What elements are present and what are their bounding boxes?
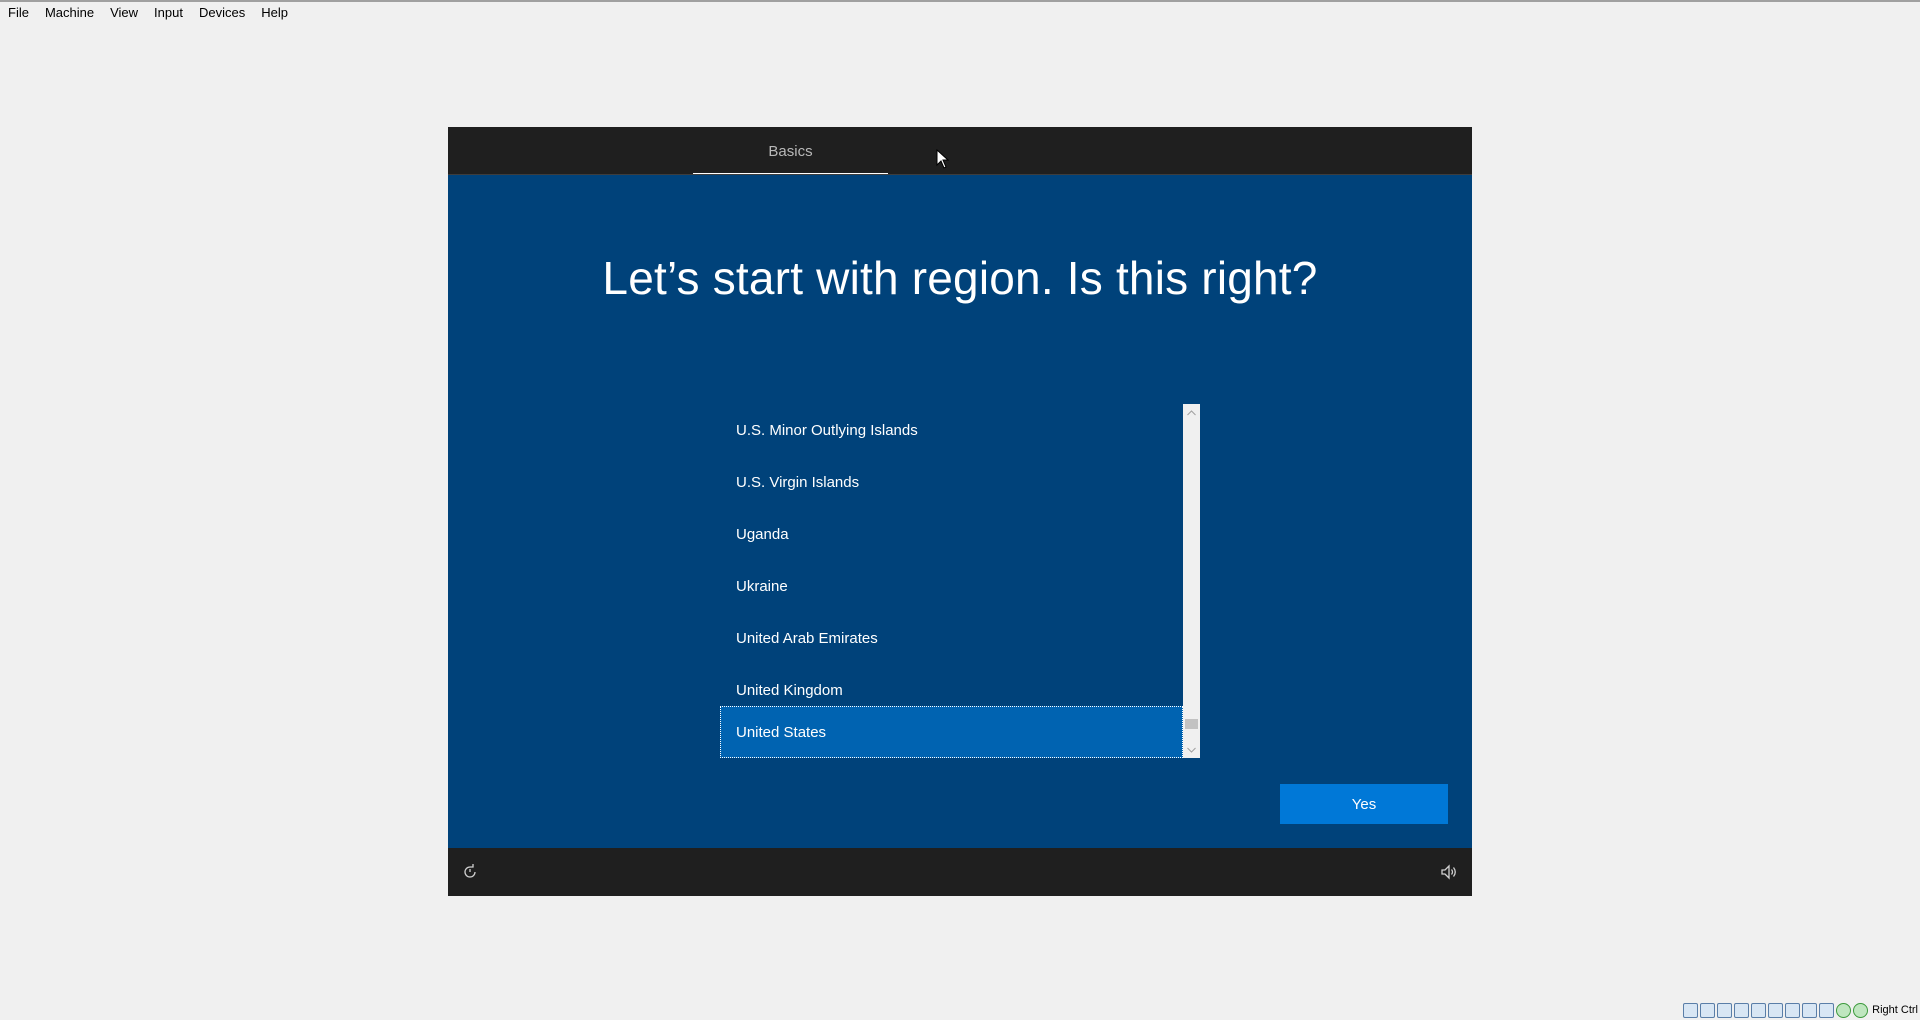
scroll-up-icon[interactable] bbox=[1183, 404, 1200, 421]
list-item-region[interactable]: Ukraine bbox=[720, 560, 1183, 612]
list-item-region[interactable]: U.S. Minor Outlying Islands bbox=[720, 404, 1183, 456]
ease-of-access-icon[interactable] bbox=[460, 862, 480, 882]
mouse-integration-icon[interactable] bbox=[1836, 1002, 1852, 1018]
vm-display[interactable]: Basics Let’s start with region. Is this … bbox=[448, 127, 1472, 896]
shared-folder-icon[interactable] bbox=[1768, 1002, 1784, 1018]
cpu-icon[interactable] bbox=[1819, 1002, 1835, 1018]
region-list[interactable]: U.S. Minor Outlying Islands U.S. Virgin … bbox=[720, 404, 1200, 758]
hard-disk-icon[interactable] bbox=[1683, 1002, 1699, 1018]
display-icon[interactable] bbox=[1785, 1002, 1801, 1018]
volume-icon[interactable] bbox=[1438, 862, 1458, 882]
tab-basics: Basics bbox=[693, 127, 888, 175]
menu-input[interactable]: Input bbox=[146, 2, 191, 24]
scroll-down-icon[interactable] bbox=[1183, 741, 1200, 758]
video-capture-icon[interactable] bbox=[1802, 1002, 1818, 1018]
audio-icon[interactable] bbox=[1717, 1002, 1733, 1018]
optical-drive-icon[interactable] bbox=[1700, 1002, 1716, 1018]
page-title: Let’s start with region. Is this right? bbox=[602, 252, 1318, 304]
tab-basics-label: Basics bbox=[768, 142, 813, 160]
menu-machine[interactable]: Machine bbox=[37, 2, 102, 24]
host-key-label: Right Ctrl bbox=[1872, 1004, 1918, 1016]
list-item-region[interactable]: U.S. Virgin Islands bbox=[720, 456, 1183, 508]
scrollbar-thumb[interactable] bbox=[1185, 719, 1198, 729]
region-list-scrollbar[interactable] bbox=[1183, 404, 1200, 758]
menu-help[interactable]: Help bbox=[253, 2, 296, 24]
list-item-region[interactable]: United Arab Emirates bbox=[720, 612, 1183, 664]
list-item-region[interactable]: Uganda bbox=[720, 508, 1183, 560]
list-item-region-selected[interactable]: United States bbox=[720, 706, 1183, 758]
yes-button[interactable]: Yes bbox=[1280, 784, 1448, 824]
oobe-header: Basics bbox=[448, 127, 1472, 175]
menubar: File Machine View Input Devices Help bbox=[0, 2, 1920, 24]
vm-statusbar: Right Ctrl bbox=[1683, 1000, 1920, 1020]
menu-view[interactable]: View bbox=[102, 2, 146, 24]
usb-icon[interactable] bbox=[1751, 1002, 1767, 1018]
green-status-icon[interactable] bbox=[1853, 1002, 1869, 1018]
oobe-footer bbox=[448, 848, 1472, 896]
mouse-pointer-icon bbox=[936, 149, 950, 169]
header-divider bbox=[448, 174, 1472, 175]
network-icon[interactable] bbox=[1734, 1002, 1750, 1018]
menu-devices[interactable]: Devices bbox=[191, 2, 253, 24]
menu-file[interactable]: File bbox=[0, 2, 37, 24]
